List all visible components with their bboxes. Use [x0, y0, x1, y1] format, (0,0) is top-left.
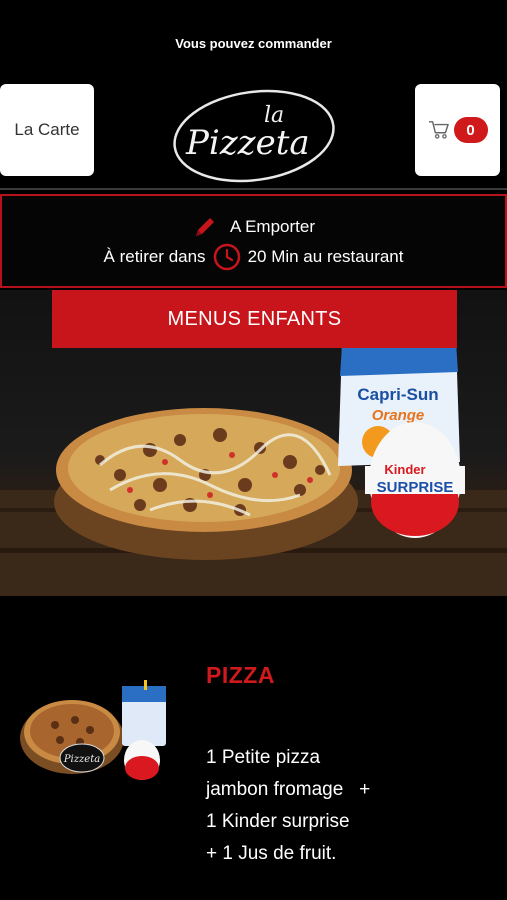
pickup-prefix: À retirer dans — [103, 247, 206, 266]
order-mode-label: A Emporter — [229, 217, 316, 236]
pencil-icon — [195, 218, 214, 236]
product-thumbnail[interactable]: Pizzeta — [20, 680, 170, 780]
banner-title: MENUS ENFANTS — [52, 290, 457, 348]
menu-button[interactable]: La Carte — [0, 84, 94, 176]
logo-text-main: Pizzeta — [185, 123, 310, 163]
cart-count-badge: 0 — [453, 117, 488, 143]
egg-name-text: SURPRISE — [377, 479, 454, 496]
category-banner[interactable]: Capri-Sun Orange Kinder SURPRISE MENUS E… — [0, 290, 507, 596]
clock-icon — [213, 243, 240, 271]
brand-logo: la Pizzeta — [173, 89, 335, 183]
description-line: + 1 Jus de fruit. — [206, 843, 337, 864]
order-info-panel[interactable]: A Emporter À retirer dans 20 Min au rest… — [0, 194, 507, 288]
drink-flavor-text: Orange — [372, 407, 425, 424]
egg-brand-text: Kinder — [384, 462, 425, 477]
pickup-time-text: 20 Min au restaurant — [247, 247, 404, 266]
thumb-logo-text: Pizzeta — [63, 754, 100, 765]
menu-button-label: La Carte — [14, 120, 80, 139]
product-name[interactable]: PIZZA — [206, 662, 275, 689]
description-line: 1 Kinder surprise — [206, 811, 350, 832]
description-line: jambon fromage + — [206, 779, 371, 800]
drink-brand-text: Capri-Sun — [357, 385, 438, 404]
app-header: La Carte la Pizzeta 0 — [0, 84, 507, 183]
product-description: 1 Petite pizza jambon fromage + 1 Kinder… — [206, 742, 466, 870]
description-line: 1 Petite pizza — [206, 747, 321, 768]
cart-button[interactable]: 0 — [415, 84, 500, 176]
status-message: Vous pouvez commander — [175, 36, 332, 51]
cart-icon — [428, 121, 449, 139]
header-divider — [0, 188, 507, 190]
